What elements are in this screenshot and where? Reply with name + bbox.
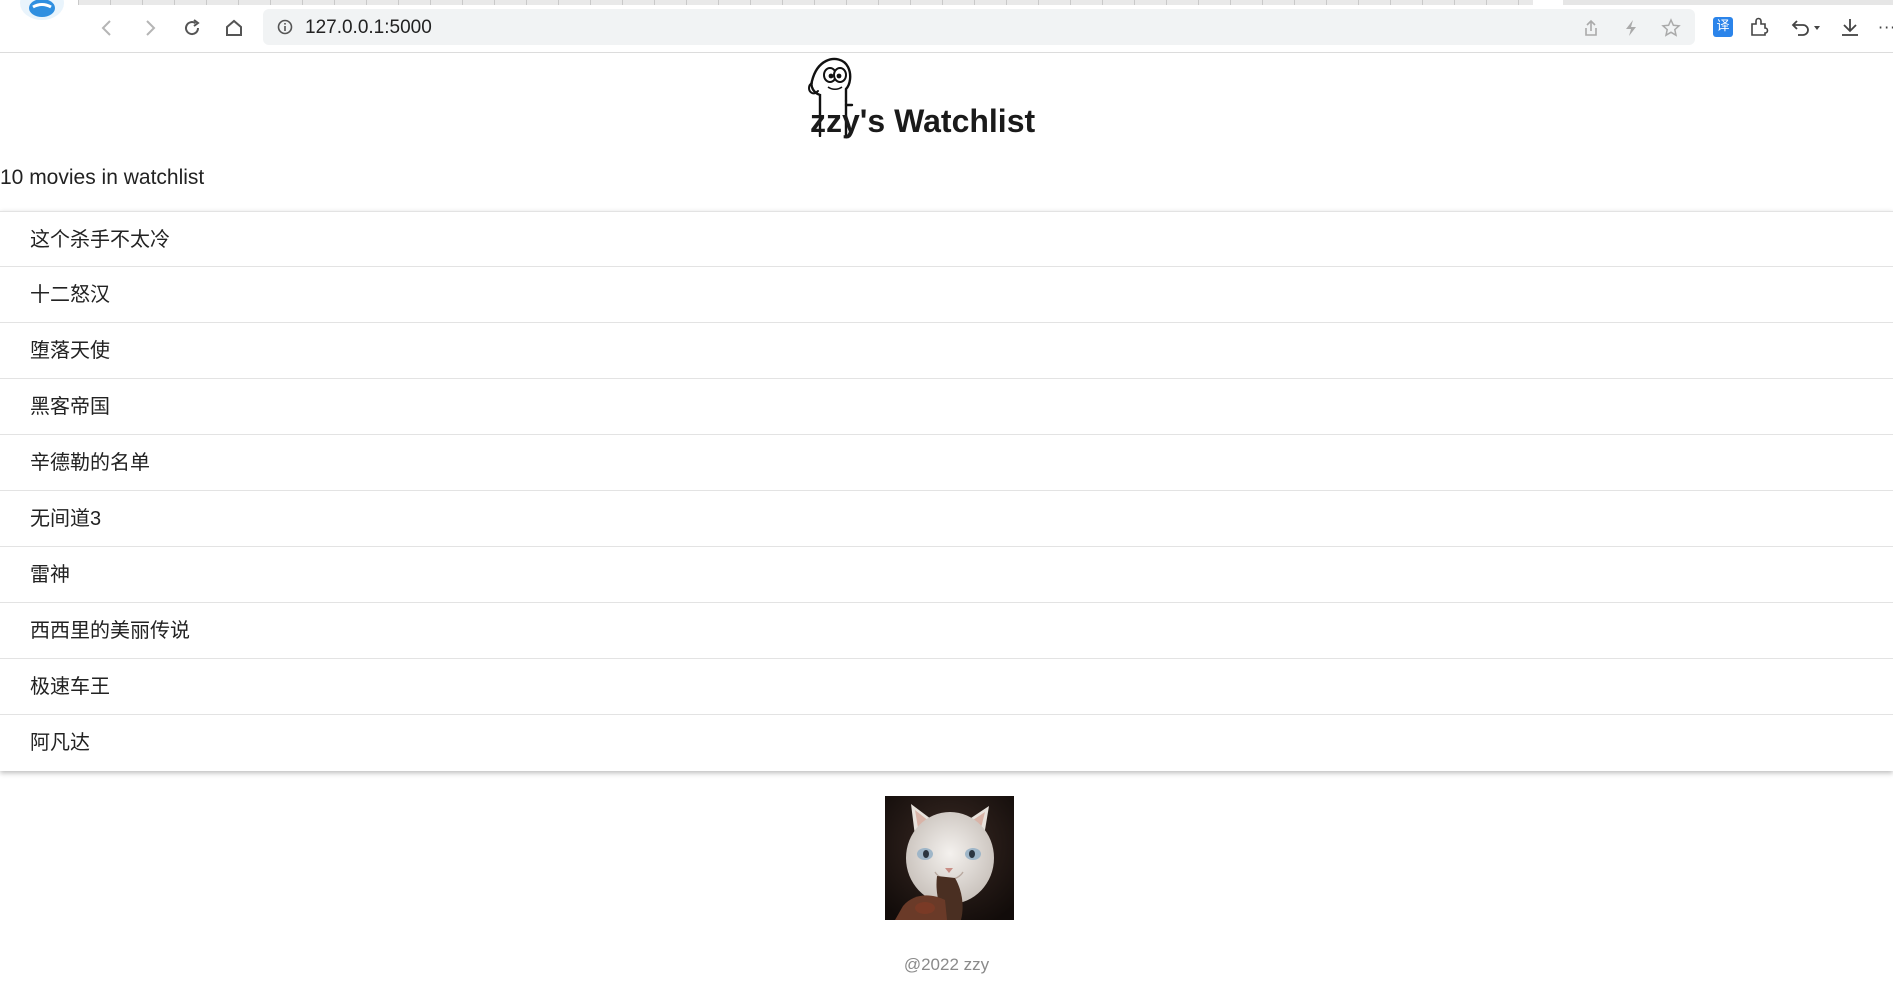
translate-glyph: 译	[1713, 17, 1733, 37]
list-item: 黑客帝国	[0, 379, 1893, 435]
browser-logo-icon[interactable]	[20, 0, 64, 20]
reload-icon[interactable]	[178, 14, 206, 42]
footer-text: @2022 zzy	[903, 955, 990, 974]
more-glyph: ···	[1878, 17, 1893, 37]
url-text[interactable]: 127.0.0.1:5000	[305, 17, 432, 39]
list-item: 堕落天使	[0, 323, 1893, 379]
more-icon[interactable]: ···	[1878, 14, 1893, 40]
address-bar[interactable]: 127.0.0.1:5000	[263, 9, 1695, 45]
list-item: 阿凡达	[30, 732, 90, 754]
list-item: 极速车王	[0, 659, 1893, 715]
undo-icon[interactable]	[1788, 14, 1824, 40]
cat-image	[885, 796, 1014, 920]
star-icon[interactable]	[1661, 18, 1681, 38]
page-content: zzy's Watchlist 10 movies in watchlist 这…	[0, 53, 1893, 983]
list-item: 十二怒汉	[0, 267, 1893, 323]
download-icon[interactable]	[1837, 14, 1863, 40]
list-item: 雷神	[0, 547, 1893, 603]
extensions-icon[interactable]	[1746, 14, 1772, 40]
tab-strip-right[interactable]	[1563, 0, 1893, 5]
info-icon[interactable]	[277, 19, 293, 39]
footer: @2022 zzy	[0, 955, 1893, 975]
tab-strip-gap	[1533, 0, 1563, 5]
tab-strip[interactable]	[78, 0, 1533, 5]
list-item: 无间道3	[0, 491, 1893, 547]
page-title: zzy's Watchlist	[810, 103, 1036, 139]
share-icon[interactable]	[1581, 18, 1601, 38]
back-icon[interactable]	[93, 14, 121, 42]
forward-icon[interactable]	[136, 14, 164, 42]
home-icon[interactable]	[220, 14, 248, 42]
list-item: 辛德勒的名单	[0, 435, 1893, 491]
list-item: 西西里的美丽传说	[0, 603, 1893, 659]
movie-list: 这个杀手不太冷 十二怒汉 堕落天使 黑客帝国 辛德勒的名单 无间道3 雷神 西西…	[0, 211, 1893, 771]
list-item: 这个杀手不太冷	[0, 211, 1893, 267]
browser-toolbar: 127.0.0.1:5000 译 ···	[0, 0, 1893, 53]
translate-icon[interactable]: 译	[1710, 14, 1736, 40]
flash-icon[interactable]	[1621, 18, 1641, 38]
movie-count: 10 movies in watchlist	[0, 166, 205, 189]
